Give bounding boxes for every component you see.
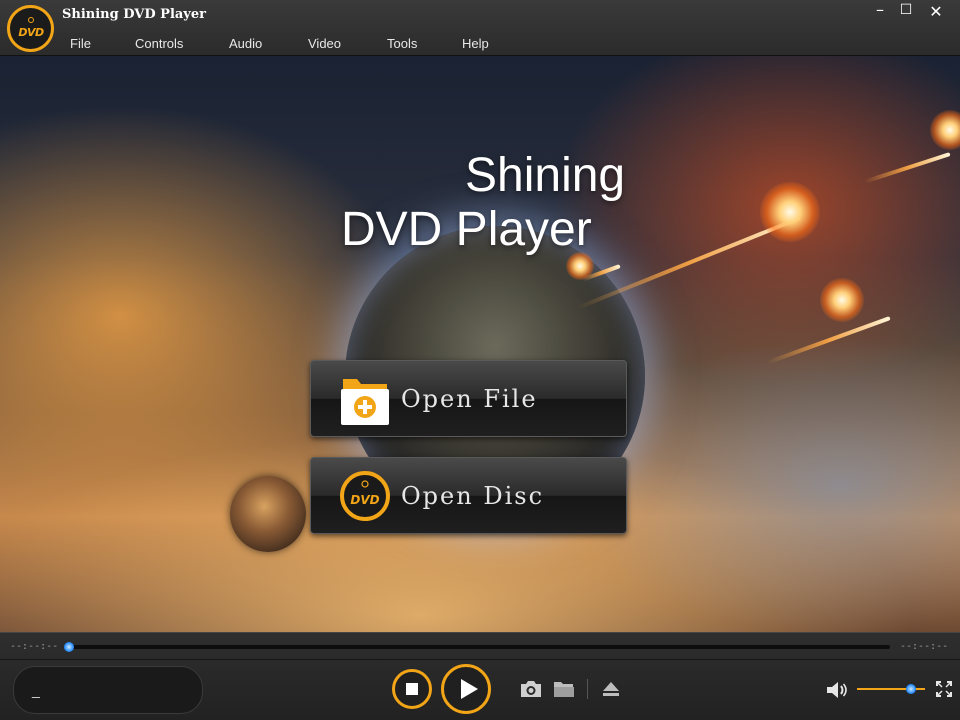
volume-handle[interactable] — [906, 684, 917, 694]
seek-handle[interactable] — [64, 642, 74, 652]
eject-icon[interactable] — [602, 681, 620, 697]
play-icon — [461, 679, 478, 699]
menu-tools[interactable]: Tools — [387, 36, 417, 51]
elapsed-time: --:--:-- — [10, 641, 59, 652]
menu-controls[interactable]: Controls — [135, 36, 183, 51]
logo-disc-dot — [28, 17, 34, 23]
video-area[interactable]: Shining DVD Player Open File DVD Open Di… — [0, 56, 960, 632]
stop-icon — [406, 683, 418, 695]
meteor-glow — [760, 182, 820, 242]
separator — [587, 679, 588, 699]
info-panel: _ — [13, 666, 203, 714]
brand-title-line1: Shining — [465, 149, 626, 202]
menu-file[interactable]: File — [70, 36, 91, 51]
app-title: Shining DVD Player — [62, 7, 206, 22]
title-bar: DVD Shining DVD Player File Controls Aud… — [0, 0, 960, 56]
moon-image — [230, 476, 306, 552]
play-button[interactable] — [441, 664, 491, 714]
total-time: --:--:-- — [900, 641, 949, 652]
open-file-button[interactable]: Open File — [310, 360, 627, 437]
snapshot-camera-icon[interactable] — [519, 679, 543, 699]
close-button[interactable]: ✕ — [924, 2, 948, 24]
disc-icon-text: DVD — [350, 493, 379, 507]
open-disc-label: Open Disc — [401, 482, 545, 510]
open-disc-button[interactable]: DVD Open Disc — [310, 457, 627, 534]
open-folder-icon[interactable] — [553, 680, 575, 698]
minimize-button[interactable]: – — [868, 0, 892, 22]
maximize-button[interactable]: ☐ — [894, 2, 918, 24]
meteor-glow — [820, 278, 864, 322]
menu-video[interactable]: Video — [308, 36, 341, 51]
menu-audio[interactable]: Audio — [229, 36, 262, 51]
divider — [0, 659, 960, 660]
seek-bar[interactable] — [64, 642, 890, 652]
info-text: _ — [32, 682, 40, 698]
volume-icon[interactable] — [826, 681, 848, 699]
logo-text: DVD — [18, 26, 44, 39]
meteor-glow — [930, 110, 960, 150]
stop-button[interactable] — [392, 669, 432, 709]
brand-title-line2: DVD Player — [341, 203, 592, 256]
fullscreen-icon[interactable] — [936, 681, 952, 697]
folder-add-icon — [341, 379, 389, 425]
control-bar: --:--:-- --:--:-- _ — [0, 632, 960, 720]
menu-help[interactable]: Help — [462, 36, 489, 51]
meteor-trail — [863, 152, 951, 184]
open-file-label: Open File — [401, 385, 538, 413]
app-logo-icon: DVD — [7, 5, 54, 52]
dvd-disc-icon: DVD — [340, 471, 390, 521]
